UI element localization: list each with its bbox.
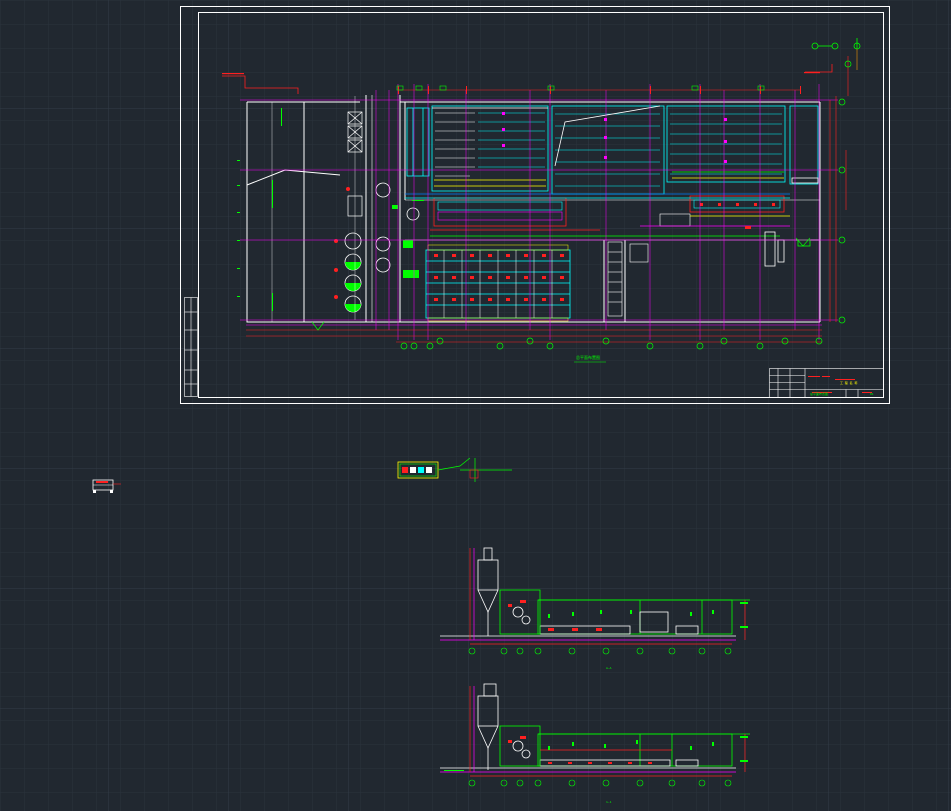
plan-caption-text: 总平面布置图 bbox=[576, 354, 600, 360]
title-block-sheet: 总平面布置图 bbox=[810, 391, 828, 396]
section-1-caption: 1—1 bbox=[606, 800, 612, 804]
title-block-project: 工 程 名 称 bbox=[840, 380, 857, 385]
cad-viewport[interactable]: 工 程 名 称 总平面布置图 01 总平面布置图 A—A 1—1 bbox=[0, 0, 951, 811]
grid-major bbox=[0, 0, 951, 811]
title-block-number: 01 bbox=[870, 392, 874, 396]
section-a-caption: A—A bbox=[606, 666, 612, 670]
